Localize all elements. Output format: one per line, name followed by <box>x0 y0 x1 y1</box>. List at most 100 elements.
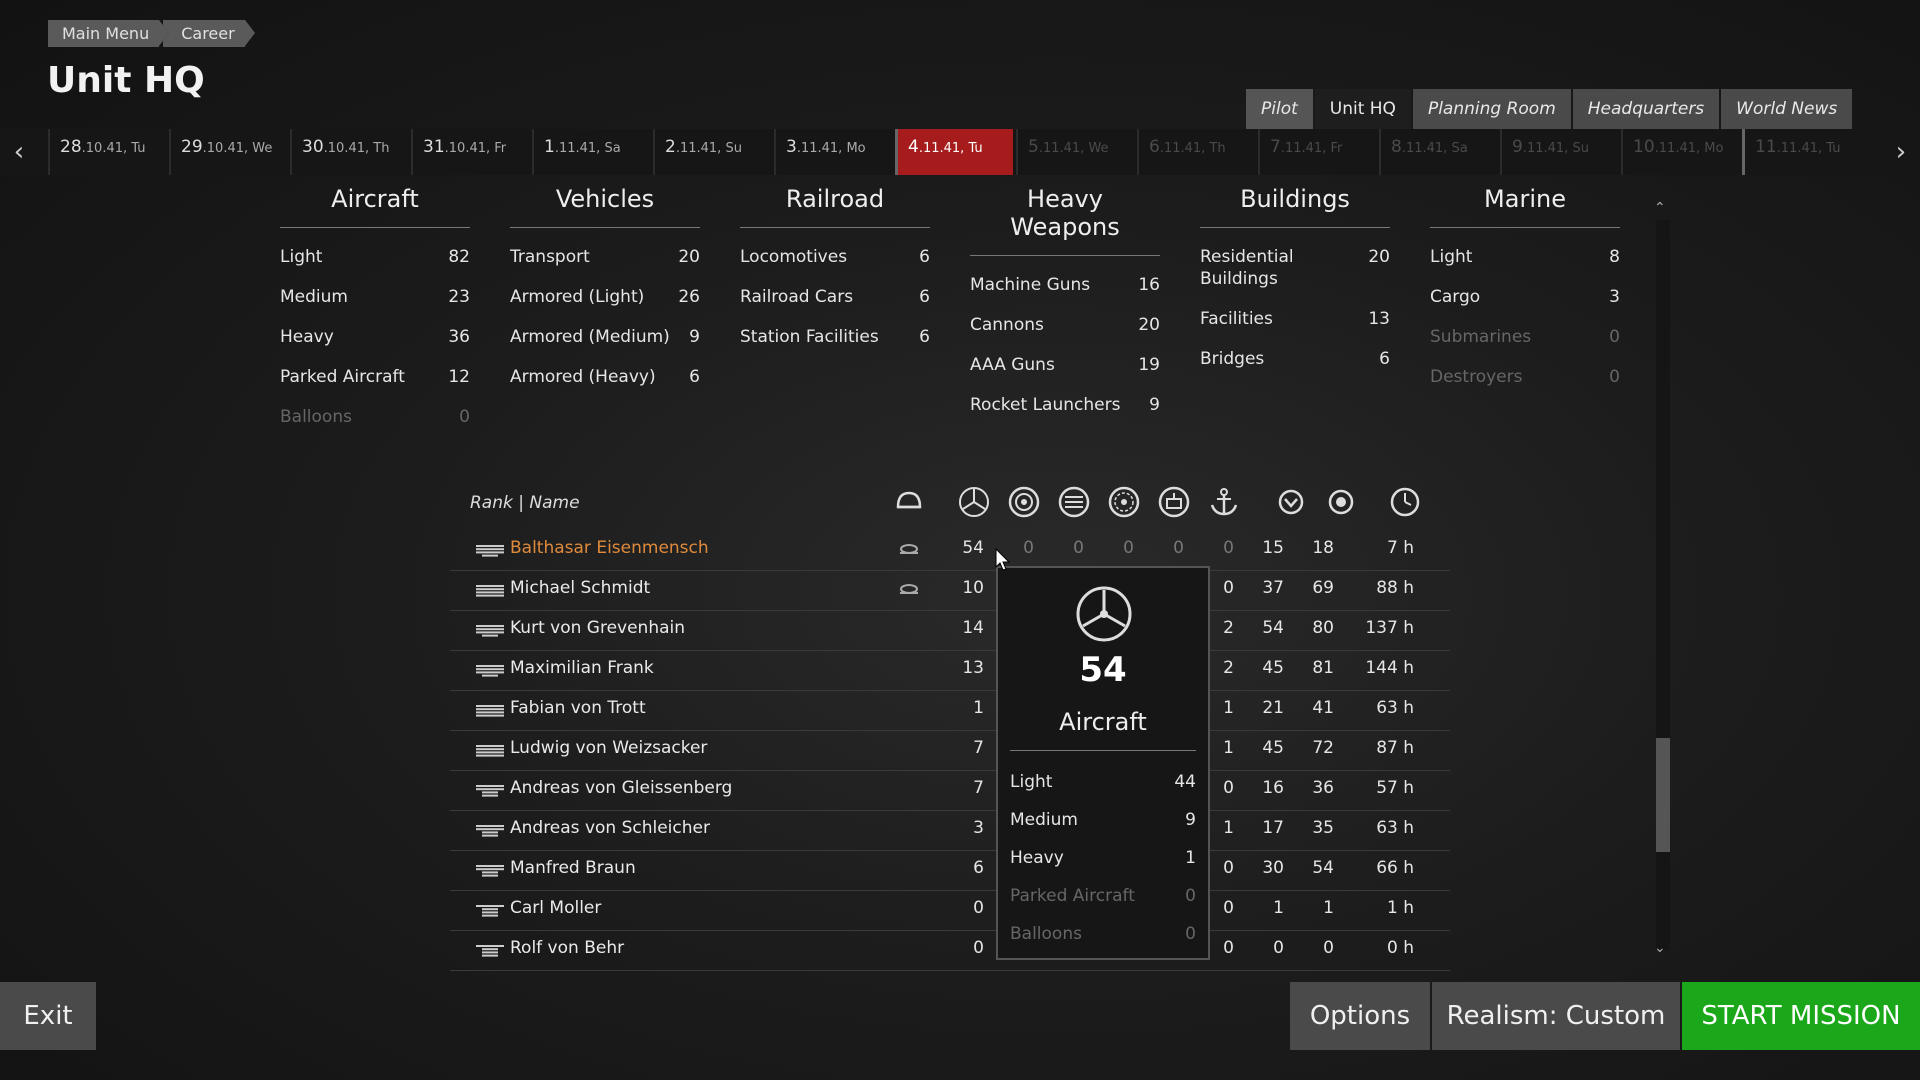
stat-value: 6 <box>919 247 930 267</box>
stat-label: Light <box>1430 247 1473 267</box>
category-buildings: Buildings Residential Buildings 20 Faciliti… <box>1200 185 1390 370</box>
table-row[interactable]: Ludwig von Weizsacker 7 1 45 72 87 h <box>450 730 1450 771</box>
table-row[interactable]: Maximilian Frank 13 2 45 81 144 h <box>450 650 1450 691</box>
table-row[interactable]: Manfred Braun 6 0 30 54 66 h <box>450 850 1450 891</box>
calendar-prev-arrow-icon[interactable]: ‹ <box>0 129 38 175</box>
stat-label: Armored (Light) <box>510 287 645 307</box>
building-target-icon[interactable] <box>1157 485 1191 519</box>
stat-value: 20 <box>678 247 700 267</box>
chevron-down-circle-icon[interactable] <box>1274 485 1308 519</box>
stat-label: Machine Guns <box>970 275 1091 295</box>
category-stat-row: Machine Guns 16 <box>970 274 1160 296</box>
breadcrumb-main-menu[interactable]: Main Menu <box>48 20 170 47</box>
calendar-day[interactable]: 4.11.41, Tu <box>895 129 1013 175</box>
stat-label: Armored (Medium) <box>510 327 670 347</box>
calendar-day-date: .11.41, Sa <box>1401 141 1468 156</box>
options-button[interactable]: Options <box>1290 982 1430 1050</box>
calendar-day[interactable]: 30.10.41, Th <box>290 129 408 175</box>
calendar-next-arrow-icon[interactable]: › <box>1882 129 1920 175</box>
calendar-day[interactable]: 7.11.41, Fr <box>1258 129 1376 175</box>
calendar-day[interactable]: 9.11.41, Su <box>1500 129 1618 175</box>
propeller-icon[interactable] <box>957 485 991 519</box>
calendar-day-number: 9 <box>1512 137 1523 157</box>
pilot-name: Manfred Braun <box>510 858 636 878</box>
rank-insignia-icon <box>476 863 504 877</box>
table-row[interactable]: Balthasar Eisenmensch 54 0 0 0 0 0 15 18 7 h <box>450 530 1450 571</box>
target-icon[interactable] <box>1324 485 1358 519</box>
pilot-name: Balthasar Eisenmensch <box>510 538 709 558</box>
gun-target-icon[interactable] <box>1107 485 1141 519</box>
calendar-day[interactable]: 28.10.41, Tu <box>48 129 166 175</box>
pilot-stat-cell: 81 <box>1312 658 1334 678</box>
stat-label: Rocket Launchers <box>970 395 1121 415</box>
tab-pilot[interactable]: Pilot <box>1246 89 1313 129</box>
table-row[interactable]: Fabian von Trott 1 1 21 41 63 h <box>450 690 1450 731</box>
scroll-up-icon[interactable]: ⌃ <box>1654 200 1666 216</box>
stat-label: Submarines <box>1430 327 1532 347</box>
pilot-stat-cell: 37 <box>1262 578 1284 598</box>
calendar-day[interactable]: 11.11.41, Tu <box>1742 129 1860 175</box>
calendar-day-number: 6 <box>1149 137 1160 157</box>
stat-label: Heavy <box>280 327 334 347</box>
table-row[interactable]: Kurt von Grevenhain 14 2 54 80 137 h <box>450 610 1450 651</box>
tab-world-news[interactable]: World News <box>1721 89 1853 129</box>
pilot-stat-cell: 6 <box>973 858 984 878</box>
calendar-day-date: .11.41, Tu <box>918 141 983 156</box>
helmet-icon[interactable] <box>892 485 926 519</box>
rank-insignia-icon <box>476 623 504 637</box>
stat-value: 13 <box>1368 309 1390 329</box>
calendar-day[interactable]: 10.11.41, Mo <box>1621 129 1739 175</box>
category-stat-row: AAA Guns 19 <box>970 354 1160 376</box>
calendar-day[interactable]: 3.11.41, Mo <box>774 129 892 175</box>
category-stat-row: Destroyers 0 <box>1430 366 1620 388</box>
tab-planning-room[interactable]: Planning Room <box>1412 89 1571 129</box>
calendar-day[interactable]: 29.10.41, We <box>169 129 287 175</box>
calendar-day[interactable]: 8.11.41, Sa <box>1379 129 1497 175</box>
rank-name-header[interactable]: Rank | Name <box>470 493 580 513</box>
table-row[interactable]: Carl Moller 0 0 1 1 1 h <box>450 890 1450 931</box>
calendar-day[interactable]: 31.10.41, Fr <box>411 129 529 175</box>
table-row[interactable]: Rolf von Behr 0 0 0 0 0 h <box>450 930 1450 971</box>
stat-value: 19 <box>1138 355 1160 375</box>
commander-cap-icon <box>898 542 920 558</box>
table-row[interactable]: Michael Schmidt 10 0 37 69 88 h <box>450 570 1450 611</box>
tab-headquarters[interactable]: Headquarters <box>1572 89 1720 129</box>
stat-label: Armored (Heavy) <box>510 367 656 387</box>
calendar-day[interactable]: 6.11.41, Th <box>1137 129 1255 175</box>
stat-label: Residential Buildings <box>1200 247 1294 289</box>
rail-target-icon[interactable] <box>1057 485 1091 519</box>
tab-unit-hq[interactable]: Unit HQ <box>1314 89 1411 129</box>
calendar-day[interactable]: 5.11.41, We <box>1016 129 1134 175</box>
tooltip-stat-row: Balloons 0 <box>1010 924 1196 944</box>
clock-icon[interactable] <box>1388 485 1422 519</box>
realism-button[interactable]: Realism: Custom <box>1432 982 1680 1050</box>
pilot-stat-cell: 54 <box>1312 858 1334 878</box>
anchor-icon[interactable] <box>1207 485 1241 519</box>
rank-insignia-icon <box>476 903 504 917</box>
stat-label: Medium <box>280 287 348 307</box>
stat-label: Locomotives <box>740 247 848 267</box>
start-mission-button[interactable]: START MISSION <box>1682 982 1920 1050</box>
pilot-stat-cell: 1 <box>1273 898 1284 918</box>
table-row[interactable]: Andreas von Gleissenberg 7 0 16 36 57 h <box>450 770 1450 811</box>
rank-insignia-icon <box>476 583 504 597</box>
top-tabs: Pilot Unit HQ Planning Room Headquarters… <box>1246 89 1854 129</box>
table-row[interactable]: Andreas von Schleicher 3 1 17 35 63 h <box>450 810 1450 851</box>
stat-label: Parked Aircraft <box>280 367 405 387</box>
calendar-day-number: 1 <box>544 137 555 157</box>
breadcrumb-career[interactable]: Career <box>159 20 256 47</box>
tooltip-stat-label: Balloons <box>1010 924 1082 944</box>
pilot-stat-cell: 3 <box>973 818 984 838</box>
category-stat-row: Station Facilities 6 <box>740 326 930 348</box>
category-vehicles: Vehicles Transport 20 Armored (Light) 26 Armo… <box>510 185 700 388</box>
stat-value: 8 <box>1609 247 1620 267</box>
stat-label: Light <box>280 247 323 267</box>
exit-button[interactable]: Exit <box>0 982 96 1050</box>
calendar-day[interactable]: 2.11.41, Su <box>653 129 771 175</box>
tank-target-icon[interactable] <box>1007 485 1041 519</box>
tooltip-stat-row: Medium 9 <box>1010 810 1196 830</box>
scrollbar-thumb[interactable] <box>1656 738 1670 852</box>
stat-value: 3 <box>1609 287 1620 307</box>
calendar-day[interactable]: 1.11.41, Sa <box>532 129 650 175</box>
scroll-down-icon[interactable]: ⌄ <box>1654 940 1666 956</box>
